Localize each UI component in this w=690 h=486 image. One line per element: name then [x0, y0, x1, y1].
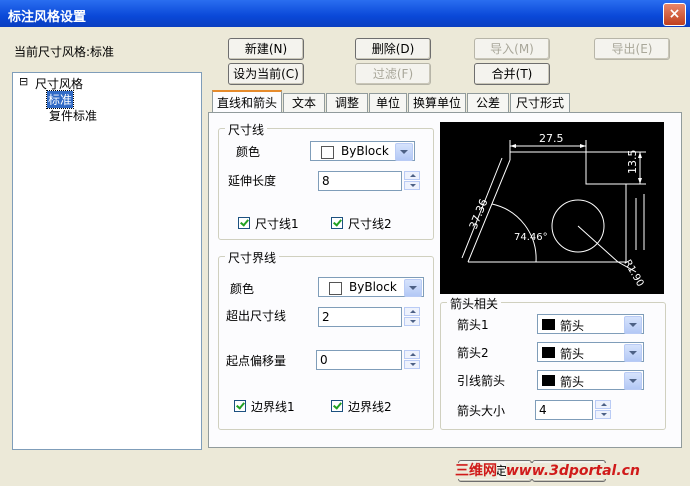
- arrow2-label: 箭头2: [457, 346, 489, 360]
- dim-line-color-select[interactable]: ByBlock: [310, 141, 415, 161]
- ext-line-color-value: ByBlock: [349, 280, 397, 294]
- dim-line-2-checkbox[interactable]: [331, 217, 343, 229]
- dropdown-arrow-icon[interactable]: [404, 279, 422, 297]
- tab-fit[interactable]: 调整: [326, 93, 368, 112]
- dim-line-extend-spinner[interactable]: 8: [318, 171, 420, 191]
- preview-dim-angle: 74.46°: [514, 232, 548, 243]
- style-tree[interactable]: ⊟ 尺寸风格 标准 复件标准: [12, 72, 202, 450]
- arrow-size-label: 箭头大小: [457, 404, 506, 418]
- dim-line-extend-input[interactable]: 8: [318, 171, 402, 191]
- arrow1-label: 箭头1: [457, 318, 489, 332]
- ext-line-2-checkbox[interactable]: [331, 400, 343, 412]
- dropdown-arrow-icon[interactable]: [624, 344, 642, 362]
- tree-item-standard[interactable]: 标准: [45, 90, 75, 109]
- preview-outline: [509, 151, 627, 263]
- dim-line-1-label: 尺寸线1: [255, 217, 299, 231]
- dim-line-extend-label: 延伸长度: [228, 174, 277, 188]
- preview-dim-right: 13.5: [626, 150, 639, 175]
- ext-line-color-label: 颜色: [230, 282, 255, 296]
- ext-line-beyond-spinner[interactable]: 2: [318, 307, 420, 327]
- arrow1-select[interactable]: 箭头: [537, 314, 644, 334]
- current-style-label: 当前尺寸风格:标准: [14, 45, 115, 59]
- window-title: 标注风格设置: [8, 10, 87, 25]
- tree-collapse-icon[interactable]: ⊟: [19, 75, 28, 88]
- dim-line-2-label: 尺寸线2: [348, 217, 392, 231]
- arrow-style-icon: [542, 319, 555, 330]
- tab-units[interactable]: 单位: [369, 93, 407, 112]
- spin-down-icon[interactable]: [404, 360, 420, 369]
- leader-arrow-value: 箭头: [560, 375, 585, 389]
- new-button[interactable]: 新建(N): [228, 38, 304, 60]
- dim-line-1-checkbox[interactable]: [238, 217, 250, 229]
- ext-line-2-label: 边界线2: [348, 400, 392, 414]
- dropdown-arrow-icon[interactable]: [624, 372, 642, 390]
- preview-radius-leader: [577, 225, 619, 263]
- watermark: 三维网 www.3dportal.cn: [455, 460, 680, 482]
- preview-drawing: 27.5 13.5 37.36 74.46° R1.90: [461, 132, 646, 289]
- color-swatch: [329, 282, 342, 295]
- dim-line-group-title: 尺寸线: [225, 121, 268, 138]
- ext-line-offset-input[interactable]: 0: [316, 350, 402, 370]
- spin-up-icon[interactable]: [404, 307, 420, 316]
- tree-item-copy-standard[interactable]: 复件标准: [49, 107, 97, 124]
- title-bar: 标注风格设置 ×: [0, 0, 690, 27]
- color-swatch: [321, 146, 334, 159]
- watermark-cn: 三维网: [455, 463, 497, 479]
- tab-text[interactable]: 文本: [283, 93, 325, 112]
- ext-line-beyond-label: 超出尺寸线: [226, 309, 287, 323]
- merge-button[interactable]: 合并(T): [474, 63, 550, 85]
- ext-line-offset-spinner[interactable]: 0: [316, 350, 420, 370]
- spin-up-icon[interactable]: [595, 400, 611, 409]
- spin-up-icon[interactable]: [404, 171, 420, 180]
- arrow-size-input[interactable]: 4: [535, 400, 593, 420]
- filter-button[interactable]: 过滤(F): [355, 63, 431, 85]
- tab-lines-arrows[interactable]: 直线和箭头: [212, 90, 282, 113]
- ext-line-offset-label: 起点偏移量: [226, 354, 287, 368]
- preview-dim-radius: R1.90: [621, 258, 645, 289]
- ext-line-1-checkbox[interactable]: [234, 400, 246, 412]
- arrow1-value: 箭头: [560, 319, 585, 333]
- tab-dim-form[interactable]: 尺寸形式: [510, 93, 570, 112]
- ext-line-1-label: 边界线1: [251, 400, 295, 414]
- ext-line-color-select[interactable]: ByBlock: [318, 277, 424, 297]
- dropdown-arrow-icon[interactable]: [624, 316, 642, 334]
- delete-button[interactable]: 删除(D): [355, 38, 431, 60]
- ext-line-group-title: 尺寸界线: [225, 249, 280, 266]
- watermark-url: www.3dportal.cn: [505, 463, 640, 479]
- preview-dim-left: 37.36: [467, 197, 491, 231]
- arrows-group-title: 箭头相关: [447, 295, 502, 312]
- spin-down-icon[interactable]: [404, 317, 420, 326]
- arrow2-select[interactable]: 箭头: [537, 342, 644, 362]
- export-button[interactable]: 导出(E): [594, 38, 670, 60]
- spin-down-icon[interactable]: [404, 181, 420, 190]
- leader-arrow-label: 引线箭头: [457, 374, 506, 388]
- ext-line-beyond-input[interactable]: 2: [318, 307, 402, 327]
- arrow-size-spinner[interactable]: 4: [535, 400, 611, 420]
- tab-tolerance[interactable]: 公差: [467, 93, 509, 112]
- tab-alt-units[interactable]: 换算单位: [408, 93, 466, 112]
- leader-arrow-select[interactable]: 箭头: [537, 370, 644, 390]
- dropdown-arrow-icon[interactable]: [395, 143, 413, 161]
- close-button[interactable]: ×: [663, 3, 686, 26]
- arrow-style-icon: [542, 347, 555, 358]
- set-current-button[interactable]: 设为当前(C): [228, 63, 304, 85]
- preview-canvas: 27.5 13.5 37.36 74.46° R1.90: [440, 122, 664, 294]
- import-button[interactable]: 导入(M): [474, 38, 550, 60]
- dim-line-color-label: 颜色: [236, 145, 261, 159]
- tree-root[interactable]: 尺寸风格: [35, 75, 83, 92]
- arrow-style-icon: [542, 375, 555, 386]
- arrow2-value: 箭头: [560, 347, 585, 361]
- spin-up-icon[interactable]: [404, 350, 420, 359]
- spin-down-icon[interactable]: [595, 410, 611, 419]
- preview-dim-top: 27.5: [539, 132, 564, 145]
- dim-line-color-value: ByBlock: [341, 144, 389, 158]
